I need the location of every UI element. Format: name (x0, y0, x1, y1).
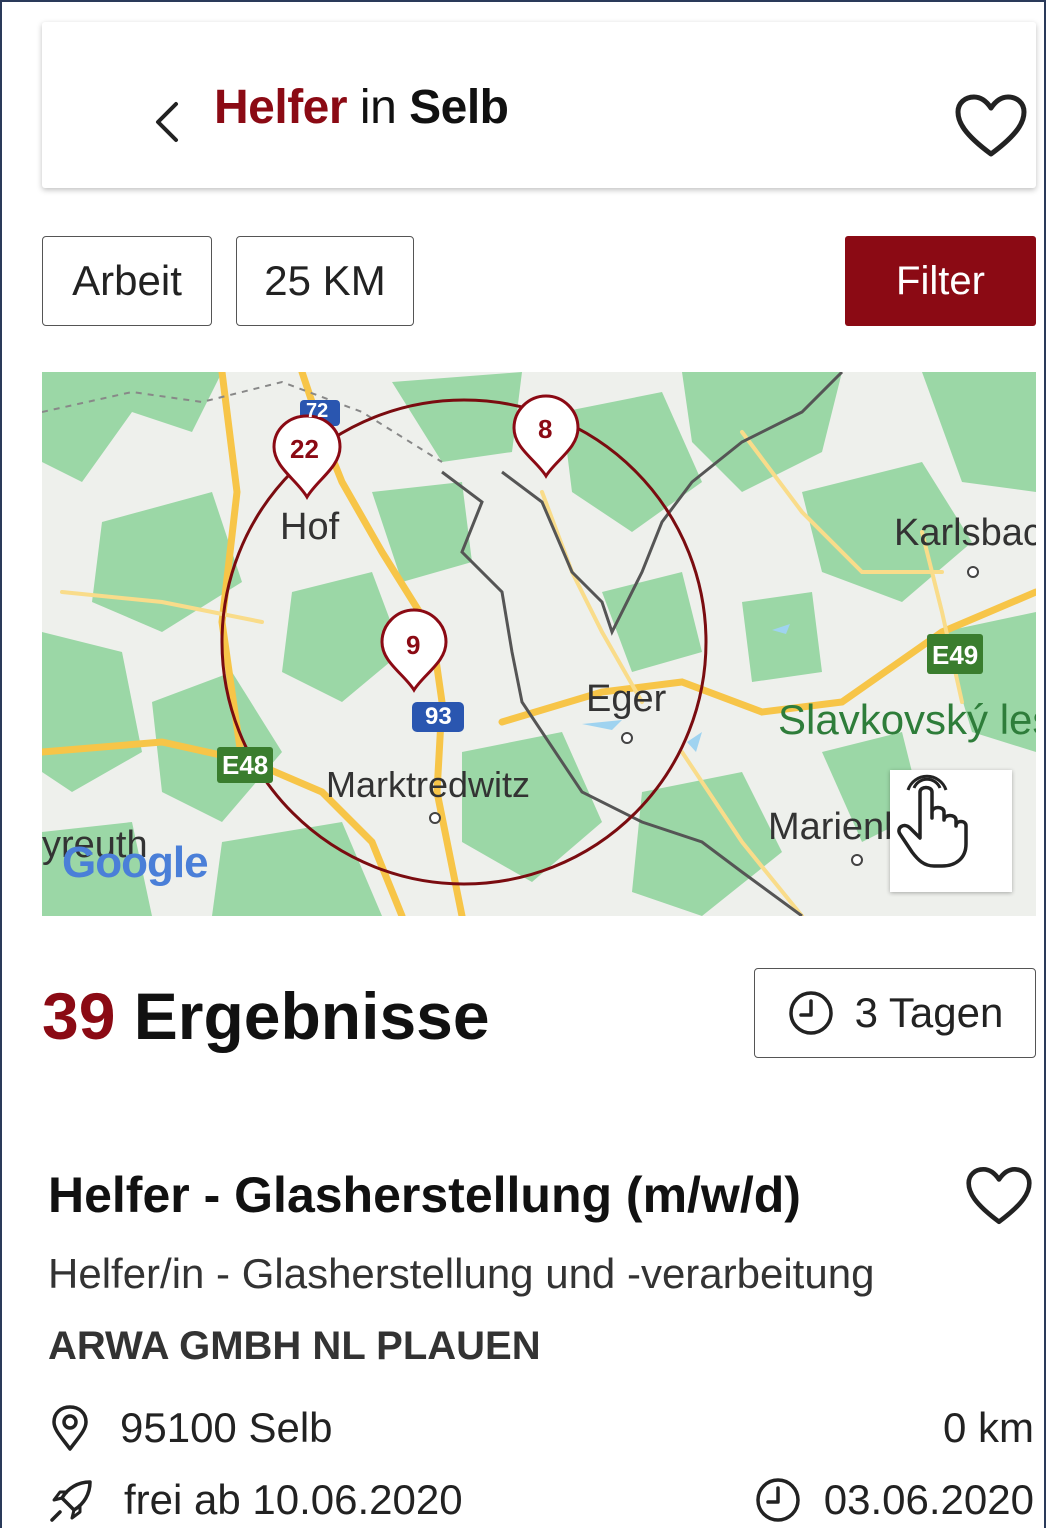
time-filter-label: 3 Tagen (854, 989, 1004, 1036)
job-type-chip[interactable]: Arbeit (42, 236, 212, 326)
region-slavkovsky: Slavkovský les (778, 696, 1036, 743)
back-button[interactable] (142, 92, 192, 152)
touch-hand-icon (897, 774, 968, 868)
job-location-row: 95100 Selb (48, 1400, 333, 1456)
results-label: Ergebnisse (133, 979, 490, 1053)
e48-label: E48 (222, 750, 269, 780)
job-posted-date: 03.06.2020 (823, 1476, 1034, 1523)
job-posted-row: 03.06.2020 (754, 1472, 1034, 1528)
clock-icon (788, 991, 833, 1035)
google-logo: Google (62, 838, 209, 887)
search-preposition: in (359, 81, 397, 134)
save-search-button[interactable] (947, 86, 1035, 166)
rocket-icon (50, 1480, 92, 1522)
page-title: Helfer in Selb (214, 80, 509, 135)
map-interact-button[interactable] (890, 770, 1012, 892)
job-available-from: frei ab 10.06.2020 (124, 1476, 463, 1523)
cluster-count-8: 8 (538, 414, 553, 444)
job-distance: 0 km (942, 1404, 1034, 1451)
favorite-job-button[interactable] (956, 1158, 1042, 1234)
results-map[interactable]: 72 93 E48 E49 22 8 9 Hof Karlsbac Eger M… (42, 372, 1036, 916)
search-header: Helfer in Selb (42, 22, 1036, 188)
job-location: 95100 Selb (120, 1404, 333, 1451)
job-availability-row: frei ab 10.06.2020 (48, 1472, 463, 1528)
city-marktredwitz: Marktredwitz (326, 764, 531, 805)
job-distance-row: 0 km (943, 1400, 1034, 1456)
time-filter-button[interactable]: 3 Tagen (754, 968, 1036, 1058)
a93-label: 93 (425, 703, 452, 730)
location-pin-icon (52, 1405, 88, 1451)
city-hof: Hof (280, 506, 340, 548)
results-count: 39 (42, 979, 116, 1053)
search-location: Selb (409, 81, 509, 134)
e49-label: E49 (932, 640, 979, 670)
job-company: ARWA GMBH NL PLAUEN (48, 1324, 541, 1368)
heart-icon (955, 94, 1027, 157)
heart-icon (966, 1167, 1032, 1225)
results-heading: 39 Ergebnisse (42, 978, 490, 1054)
job-occupation: Helfer/in - Glasherstellung und -verarbe… (48, 1250, 875, 1297)
city-marienbad: Marienb (768, 806, 906, 848)
radius-chip[interactable]: 25 KM (236, 236, 414, 326)
search-keyword: Helfer (214, 81, 348, 134)
back-icon (156, 102, 178, 142)
a72-label: 72 (306, 400, 329, 422)
clock-icon (756, 1478, 800, 1522)
city-karlsbad: Karlsbac (894, 512, 1036, 554)
job-title[interactable]: Helfer - Glasherstellung (m/w/d) (48, 1166, 801, 1224)
city-eger: Eger (586, 678, 667, 720)
cluster-count-22: 22 (290, 434, 319, 464)
filter-button[interactable]: Filter (845, 236, 1036, 326)
cluster-count-9: 9 (406, 630, 421, 660)
